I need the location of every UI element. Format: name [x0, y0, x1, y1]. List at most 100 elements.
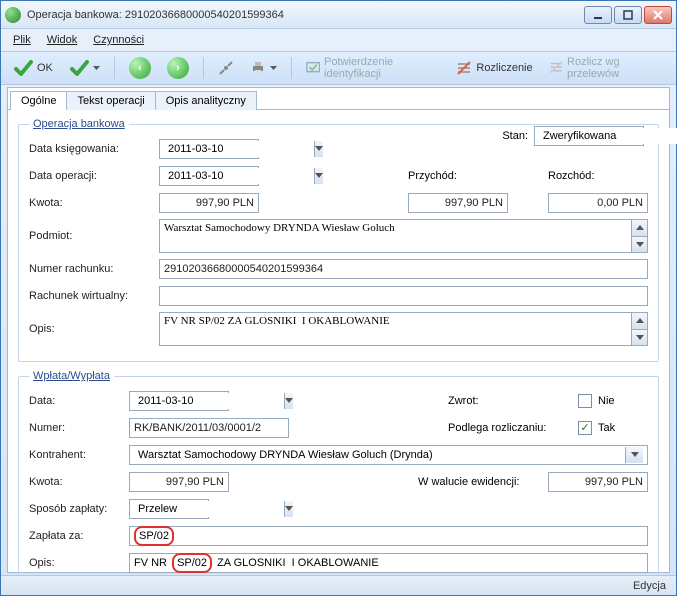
chevron-down-icon: [270, 66, 277, 71]
potwierdzenie-button[interactable]: Potwierdzenie identyfikacji: [300, 55, 447, 81]
check-icon: [13, 58, 33, 78]
zaplata-za-label: Zapłata za:: [29, 530, 129, 542]
rozliczenie-label: Rozliczenie: [476, 62, 532, 74]
rachunek-wirtualny-input[interactable]: [159, 286, 648, 306]
arrow-right-icon: ›: [167, 57, 189, 79]
chevron-down-icon[interactable]: [314, 141, 323, 157]
menu-widok[interactable]: Widok: [47, 34, 78, 46]
podmiot-spin[interactable]: [632, 219, 648, 253]
separator: [203, 57, 204, 79]
tab-tekst-operacji[interactable]: Tekst operacji: [66, 91, 155, 110]
kwota-label: Kwota:: [29, 197, 159, 209]
rozliczenie-button[interactable]: Rozliczenie: [450, 55, 538, 81]
stan-value[interactable]: [539, 128, 677, 144]
ok-dropdown[interactable]: [63, 55, 106, 81]
check-icon: [69, 58, 89, 78]
wwalucie-label: W walucie ewidencji:: [418, 476, 548, 488]
panel-ogolne: Operacja bankowa Stan: Data księgowania:: [8, 110, 669, 604]
sposob-zaplaty-label: Sposób zapłaty:: [29, 503, 129, 515]
titlebar: Operacja bankowa: 2910203668000054020159…: [1, 1, 676, 29]
ww-data-label: Data:: [29, 395, 129, 407]
separator: [114, 57, 115, 79]
menu-plik[interactable]: Plik: [13, 34, 31, 46]
stan-combo[interactable]: [534, 126, 644, 146]
tools-button[interactable]: [212, 55, 240, 81]
podmiot-label: Podmiot:: [29, 230, 159, 242]
data-operacji-input[interactable]: [164, 168, 314, 184]
print-button[interactable]: [244, 55, 283, 81]
close-button[interactable]: [644, 6, 672, 24]
tabstrip: Ogólne Tekst operacji Opis analityczny: [8, 88, 669, 110]
ww-data-input[interactable]: [134, 393, 284, 409]
menu-czynnosci[interactable]: Czynności: [93, 34, 144, 46]
sposob-zaplaty-input[interactable]: [134, 501, 284, 517]
chevron-down-icon: [93, 66, 100, 71]
ob-opis-input[interactable]: FV NR SP/02 ZA GLOSNIKI I OKABLOWANIE: [159, 312, 632, 346]
ww-numer-input[interactable]: [129, 418, 289, 438]
caret-down-icon[interactable]: [632, 329, 647, 346]
data-ksiegowania-label: Data księgowania:: [29, 143, 159, 155]
zaplata-za-highlight: SP/02: [134, 526, 174, 546]
window: Operacja bankowa: 2910203668000054020159…: [0, 0, 677, 596]
nav-forward-button[interactable]: ›: [161, 55, 195, 81]
group-wplata-wyplata: Wpłata/Wypłata Data: Zwrot: Nie Num: [18, 370, 659, 590]
statusbar: Edycja: [1, 575, 676, 595]
przychod-input: [408, 193, 508, 213]
zwrot-checkbox[interactable]: [578, 394, 592, 408]
podmiot-input[interactable]: Warsztat Samochodowy DRYNDA Wiesław Golu…: [159, 219, 632, 253]
zwrot-label: Zwrot:: [448, 395, 578, 407]
sposob-zaplaty-combo[interactable]: [129, 499, 209, 519]
podlega-checkbox[interactable]: [578, 421, 592, 435]
caret-down-icon[interactable]: [632, 236, 647, 253]
przychod-label: Przychód:: [408, 170, 508, 182]
ww-opis-label: Opis:: [29, 557, 129, 569]
app-icon: [5, 7, 21, 23]
tab-ogolne[interactable]: Ogólne: [10, 91, 67, 110]
arrow-left-icon: ‹: [129, 57, 151, 79]
printer-icon: [250, 60, 266, 76]
menubar: Plik Widok Czynności: [1, 29, 676, 51]
kwota-input[interactable]: [159, 193, 259, 213]
ww-opis-post: ZA GLOSNIKI I OKABLOWANIE: [214, 557, 379, 569]
legend-wplata-wyplata[interactable]: Wpłata/Wypłata: [29, 370, 114, 382]
ob-opis-spin[interactable]: [632, 312, 648, 346]
content: Ogólne Tekst operacji Opis analityczny O…: [7, 87, 670, 573]
maximize-button[interactable]: [614, 6, 642, 24]
toolbar: OK ‹ › Potwierdzenie identyfikacji Rozli…: [1, 51, 676, 85]
chevron-down-icon[interactable]: [314, 168, 323, 184]
tab-opis-analityczny[interactable]: Opis analityczny: [155, 91, 257, 110]
minimize-button[interactable]: [584, 6, 612, 24]
data-operacji-label: Data operacji:: [29, 170, 159, 182]
chevron-down-icon[interactable]: [625, 447, 643, 463]
ww-opis-input[interactable]: FV NR SP/02 ZA GLOSNIKI I OKABLOWANIE: [129, 553, 648, 573]
chevron-down-icon[interactable]: [284, 501, 293, 517]
ob-opis-label: Opis:: [29, 323, 159, 335]
rachunek-wirtualny-label: Rachunek wirtualny:: [29, 290, 159, 302]
numer-rachunku-input[interactable]: [159, 259, 648, 279]
kontrahent-input[interactable]: [134, 447, 625, 463]
chevron-down-icon[interactable]: [284, 393, 293, 409]
zaplata-za-input[interactable]: SP/02: [129, 526, 648, 546]
status-text: Edycja: [633, 580, 666, 592]
ww-kwota-input[interactable]: [129, 472, 229, 492]
podlega-text: Tak: [598, 422, 615, 434]
ok-button[interactable]: OK: [7, 55, 59, 81]
ww-numer-label: Numer:: [29, 422, 129, 434]
rozlicz-wg-button[interactable]: Rozlicz wg przelewów: [543, 55, 670, 81]
rozchod-input: [548, 193, 648, 213]
data-ksiegowania-field[interactable]: [159, 139, 259, 159]
data-operacji-field[interactable]: [159, 166, 259, 186]
ww-data-field[interactable]: [129, 391, 229, 411]
caret-up-icon[interactable]: [632, 313, 647, 329]
data-ksiegowania-input[interactable]: [164, 141, 314, 157]
legend-operacja-bankowa[interactable]: Operacja bankowa: [29, 118, 129, 130]
caret-up-icon[interactable]: [632, 220, 647, 236]
nav-back-button[interactable]: ‹: [123, 55, 157, 81]
ww-opis-pre: FV NR: [134, 557, 170, 569]
tools-icon: [218, 60, 234, 76]
kontrahent-combo[interactable]: [129, 445, 648, 465]
ww-kwota-label: Kwota:: [29, 476, 129, 488]
stan-label: Stan:: [502, 130, 528, 142]
settle-by-icon: [549, 60, 563, 76]
potwierdzenie-label: Potwierdzenie identyfikacji: [324, 56, 440, 80]
